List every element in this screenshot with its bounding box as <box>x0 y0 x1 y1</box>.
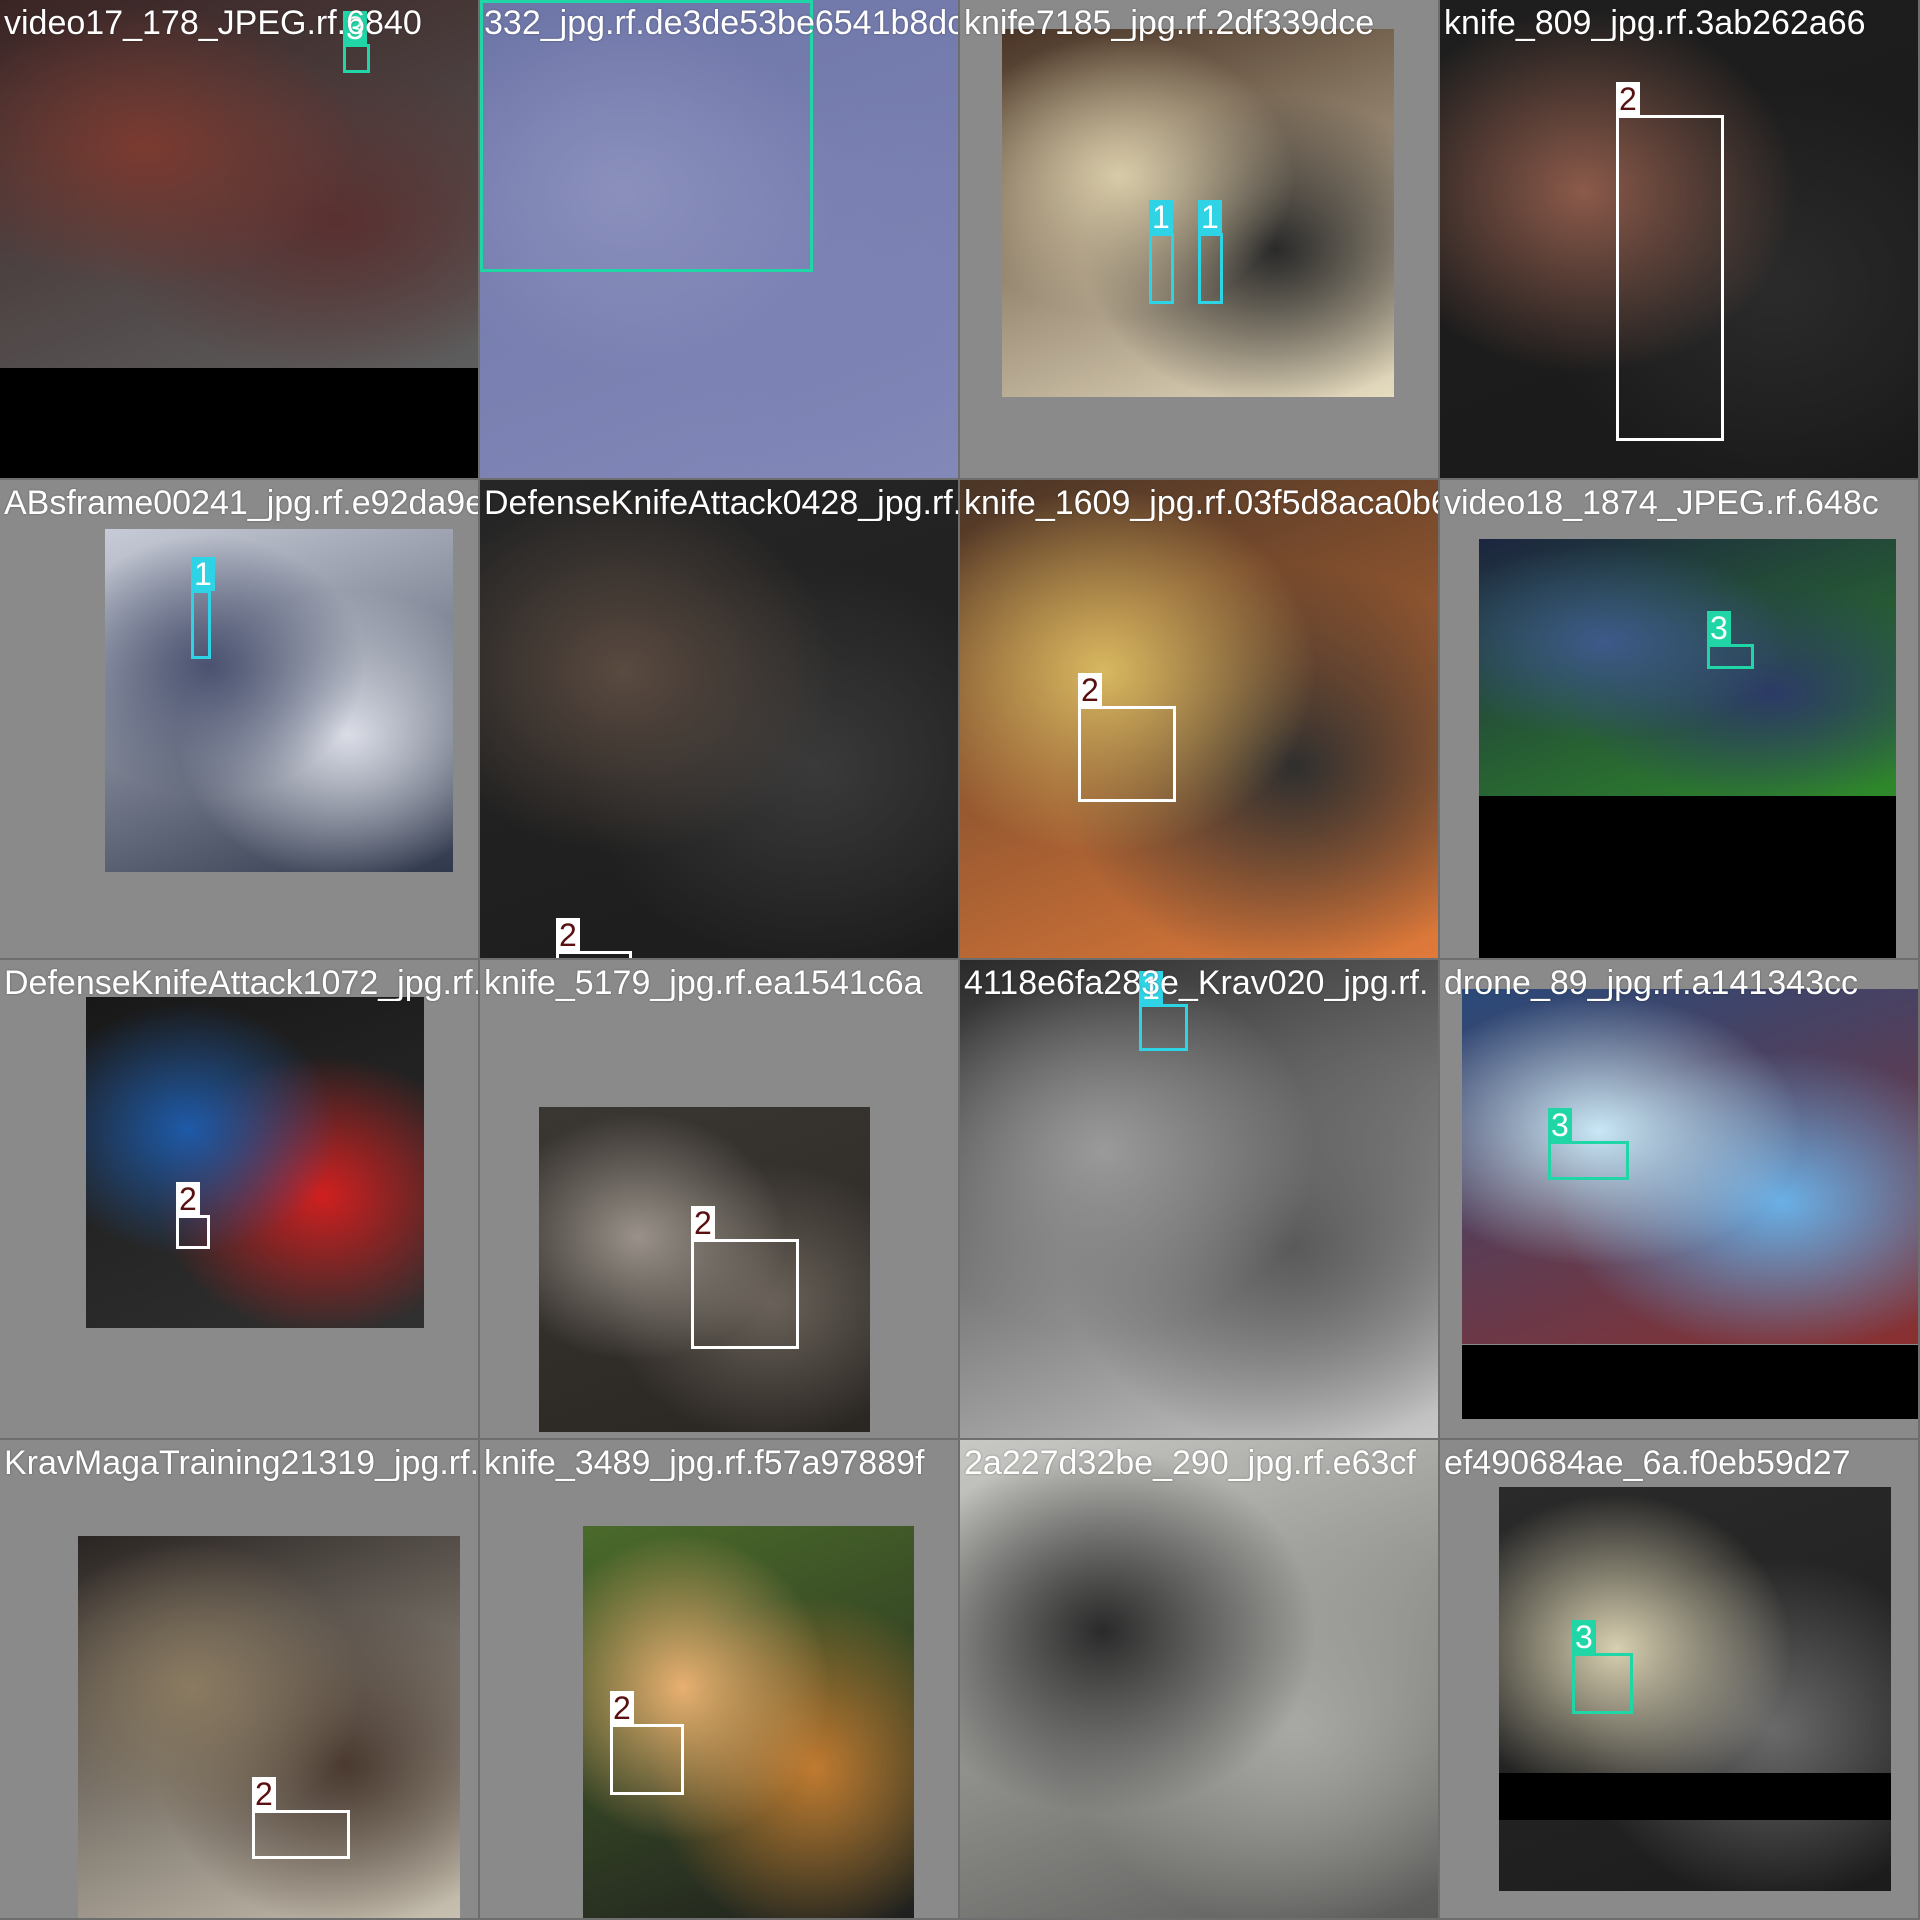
tile-photo <box>960 1440 1438 1918</box>
tile-photo <box>960 960 1438 1438</box>
tile-photo <box>480 480 958 958</box>
mosaic-tile: 2 KravMagaTraining21319_jpg.rf. <box>0 1440 480 1920</box>
tile-photo <box>0 0 478 368</box>
class-label: 2 <box>556 918 580 952</box>
tile-photo <box>86 997 424 1328</box>
letterbox-band <box>1499 1773 1891 1820</box>
detection-box: 2 <box>691 1206 799 1349</box>
class-label: 2 <box>252 1777 276 1811</box>
image-filename: video18_1874_JPEG.rf.648c <box>1444 484 1879 522</box>
detection-box: 2 <box>252 1777 350 1859</box>
detection-box: 1 <box>1139 971 1188 1051</box>
tile-photo <box>960 480 1438 958</box>
mosaic-tile: 2 DefenseKnifeAttack0428_jpg.rf. <box>480 480 960 960</box>
class-label: 3 <box>1548 1108 1572 1142</box>
detection-box: 3 <box>480 0 813 272</box>
mosaic-tile: 1 4118e6fa283e_Krav020_jpg.rf. <box>960 960 1440 1440</box>
class-label: 2 <box>1078 673 1102 707</box>
tile-photo <box>78 1536 460 1918</box>
mosaic-tile: 2 knife_5179_jpg.rf.ea1541c6a <box>480 960 960 1440</box>
class-label: 3 <box>1572 1620 1596 1654</box>
detection-box: 2 <box>610 1691 684 1795</box>
image-filename: knife_5179_jpg.rf.ea1541c6a <box>484 964 923 1002</box>
detection-box: 2 <box>176 1182 210 1249</box>
detection-box: 1 <box>191 557 215 659</box>
mosaic-tile: 3 ef490684ae_6a.f0eb59d27 <box>1440 1440 1920 1920</box>
tile-photo <box>1479 539 1896 796</box>
mosaic-tile: 1 1 knife7185_jpg.rf.2df339dce <box>960 0 1440 480</box>
mosaic-tile: 3332_jpg.rf.de3de53be6541b8dcef7162505d <box>480 0 960 480</box>
tile-photo <box>105 529 453 872</box>
letterbox-band <box>1479 796 1896 958</box>
detection-box: 3 <box>343 11 370 73</box>
mosaic-tile: 2 knife_3489_jpg.rf.f57a97889f <box>480 1440 960 1920</box>
mosaic-tile: 2 knife_1609_jpg.rf.03f5d8aca0b6c8 <box>960 480 1440 960</box>
tile-photo <box>1499 1487 1891 1891</box>
class-label: 2 <box>1616 82 1640 116</box>
class-label: 1 <box>1198 200 1222 234</box>
detection-box: 1 <box>1198 200 1223 304</box>
detection-box: 2 <box>1078 673 1176 802</box>
image-filename: KravMagaTraining21319_jpg.rf. <box>4 1444 480 1482</box>
class-label: 3 <box>343 11 367 45</box>
class-label: 1 <box>1139 971 1163 1005</box>
class-label: 1 <box>1149 200 1173 234</box>
class-label: 3 <box>1707 611 1731 645</box>
detection-box: 2 <box>1616 82 1724 441</box>
detection-mosaic: 3video17_178_JPEG.rf.68403332_jpg.rf.de3… <box>0 0 1920 1920</box>
detection-box: 3 <box>1548 1108 1629 1180</box>
tile-photo <box>1462 989 1918 1344</box>
image-filename: ABsframe00241_jpg.rf.e92da9e <box>4 484 480 522</box>
detection-box: 2 <box>556 918 632 958</box>
mosaic-tile: 3 drone_89_jpg.rf.a141343cc <box>1440 960 1920 1440</box>
mosaic-tile: 1 ABsframe00241_jpg.rf.e92da9e <box>0 480 480 960</box>
detection-box: 1 <box>1149 200 1174 304</box>
letterbox-band <box>0 368 478 478</box>
image-filename: knife_3489_jpg.rf.f57a97889f <box>484 1444 925 1482</box>
class-label: 2 <box>691 1206 715 1240</box>
letterbox-band <box>1462 1345 1918 1419</box>
detection-box: 3 <box>1572 1620 1633 1714</box>
image-filename: ef490684ae_6a.f0eb59d27 <box>1444 1444 1851 1482</box>
class-label: 2 <box>176 1182 200 1216</box>
class-label: 1 <box>191 557 215 591</box>
class-label: 2 <box>610 1691 634 1725</box>
mosaic-tile: 3 video17_178_JPEG.rf.6840 <box>0 0 480 480</box>
class-label: 3 <box>480 0 504 1</box>
mosaic-tile: 2a227d32be_290_jpg.rf.e63cf <box>960 1440 1440 1920</box>
mosaic-tile: 3 video18_1874_JPEG.rf.648c <box>1440 480 1920 960</box>
mosaic-tile: 2 knife_809_jpg.rf.3ab262a66 <box>1440 0 1920 480</box>
detection-box: 3 <box>1707 611 1754 669</box>
mosaic-tile: 2 DefenseKnifeAttack1072_jpg.rf. <box>0 960 480 1440</box>
